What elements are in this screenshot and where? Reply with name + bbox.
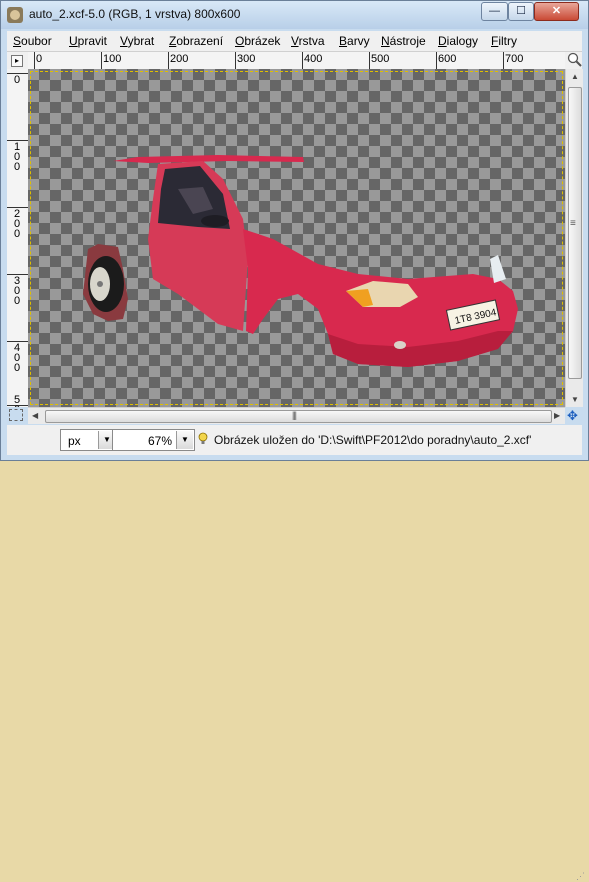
ruler-tick — [34, 52, 35, 69]
title-bar[interactable]: auto_2.xcf-5.0 (RGB, 1 vrstva) 800x600 —… — [1, 1, 588, 29]
ruler-tick — [302, 52, 303, 69]
menu-zobrazeni[interactable]: Zobrazení — [169, 34, 223, 48]
vruler-label-200: 200 — [13, 208, 21, 240]
vruler-label-500: 500 — [13, 394, 21, 408]
car-roof-strip — [113, 155, 304, 163]
quick-mask-icon[interactable] — [9, 409, 23, 421]
gimp-icon[interactable] — [7, 7, 23, 23]
ruler-tick — [369, 52, 370, 69]
scroll-right-icon[interactable]: ▶ — [554, 411, 560, 420]
zoom-selector[interactable]: 67% ▼ — [112, 429, 195, 451]
status-bar: px ▼ 67% ▼ Obrázek uložen do 'D:\Swift\P… — [7, 425, 585, 881]
hruler-label-100: 100 — [103, 53, 122, 65]
hruler-label-200: 200 — [170, 53, 189, 65]
menu-soubor[interactable]: Soubor — [13, 34, 52, 48]
car-image: 1T8 3904 — [83, 155, 518, 367]
window-title: auto_2.xcf-5.0 (RGB, 1 vrstva) 800x600 — [29, 7, 241, 21]
hruler-label-0: 0 — [36, 53, 43, 65]
scroll-down-icon[interactable]: ▼ — [571, 395, 579, 404]
ruler-tick — [436, 52, 437, 69]
ruler-tick — [503, 52, 504, 69]
menu-obrazek[interactable]: Obrázek — [235, 34, 280, 48]
chevron-down-icon[interactable]: ▼ — [176, 431, 193, 449]
vertical-scrollbar[interactable]: ▲ ▼ — [565, 69, 583, 407]
unit-value: px — [68, 434, 81, 448]
status-message: Obrázek uložen do 'D:\Swift\PF2012\do po… — [214, 433, 532, 447]
menu-filtry[interactable]: Filtry — [491, 34, 517, 48]
resize-grip-icon[interactable]: ⋰ — [576, 871, 585, 882]
horizontal-scrollbar[interactable]: ◀ ▶ — [28, 407, 565, 424]
car-mirror — [201, 215, 229, 227]
vruler-label-400: 400 — [13, 342, 21, 374]
vruler-label-100: 100 — [13, 141, 21, 173]
maximize-button[interactable]: ☐ — [508, 2, 534, 21]
hruler-label-300: 300 — [237, 53, 256, 65]
hruler-label-600: 600 — [438, 53, 457, 65]
menu-vybrat[interactable]: Vybrat — [120, 34, 154, 48]
menu-dialogy[interactable]: Dialogy — [438, 34, 478, 48]
menu-bar: Soubor Upravit Vybrat Zobrazení Obrázek … — [7, 31, 582, 52]
gimp-image-window: auto_2.xcf-5.0 (RGB, 1 vrstva) 800x600 —… — [0, 0, 589, 881]
minimize-button[interactable]: — — [481, 2, 508, 21]
hruler-label-500: 500 — [371, 53, 390, 65]
horizontal-ruler[interactable]: 0 100 200 300 400 500 600 700 — [28, 52, 565, 70]
hruler-label-400: 400 — [304, 53, 323, 65]
menu-barvy[interactable]: Barvy — [339, 34, 370, 48]
close-button[interactable]: ✕ — [534, 2, 579, 21]
hruler-label-700: 700 — [505, 53, 524, 65]
car-fog-light — [394, 341, 406, 349]
zoom-value: 67% — [147, 434, 172, 448]
scroll-up-icon[interactable]: ▲ — [571, 72, 579, 81]
menu-upravit[interactable]: Upravit — [69, 34, 107, 48]
horizontal-scroll-thumb[interactable] — [45, 410, 552, 423]
menu-vrstva[interactable]: Vrstva — [291, 34, 325, 48]
vertical-ruler[interactable]: 0 100 200 300 400 500 — [7, 69, 29, 407]
ruler-tick — [168, 52, 169, 69]
navigate-icon[interactable]: ✥ — [567, 408, 578, 424]
vruler-label-300: 300 — [13, 275, 21, 307]
vruler-label-0: 0 — [13, 74, 21, 86]
info-icon — [198, 432, 208, 444]
zoom-fit-icon[interactable] — [567, 52, 582, 67]
wheel-hub — [97, 281, 103, 287]
vertical-scroll-thumb[interactable] — [568, 87, 582, 379]
ruler-tick — [101, 52, 102, 69]
menu-nastroje[interactable]: Nástroje — [381, 34, 426, 48]
scroll-left-icon[interactable]: ◀ — [32, 411, 38, 420]
menu-arrow-icon[interactable]: ▸ — [11, 55, 23, 67]
ruler-tick — [235, 52, 236, 69]
ruler-row: ▸ 0 100 200 300 400 500 600 700 — [7, 52, 582, 70]
unit-selector[interactable]: px ▼ — [60, 429, 117, 451]
image-canvas[interactable]: 1T8 3904 — [28, 69, 565, 407]
